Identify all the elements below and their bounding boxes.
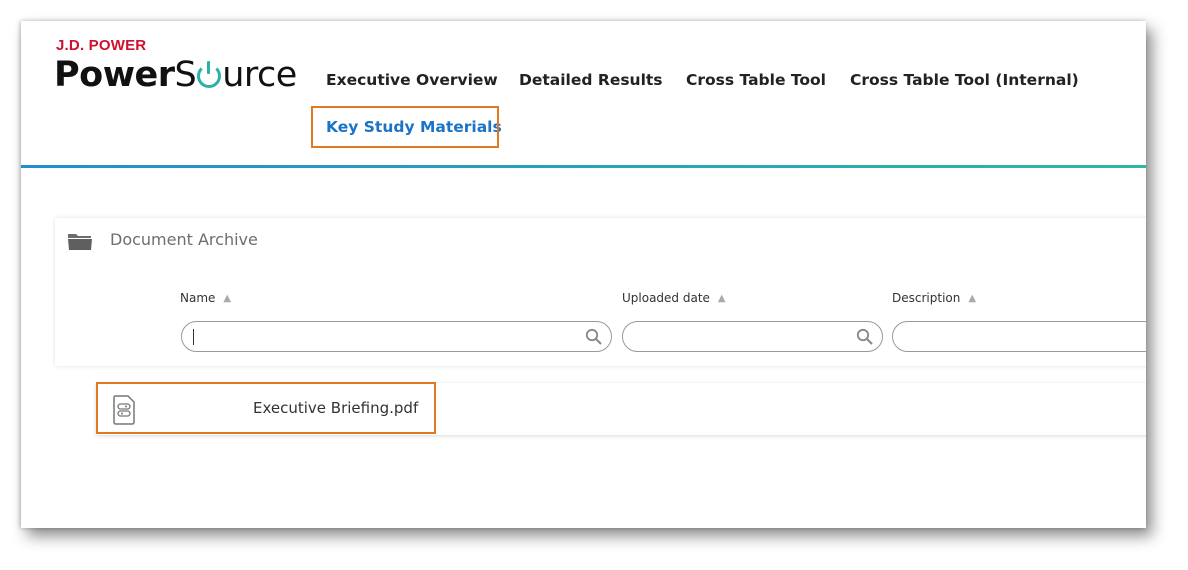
file-highlight-box [96, 382, 436, 434]
column-name-label: Name [180, 291, 216, 305]
description-filter-input[interactable] [892, 321, 1146, 352]
uploaded-date-filter-input[interactable] [622, 321, 883, 352]
sort-icon[interactable]: ▲︎ [223, 293, 231, 304]
search-icon[interactable] [585, 328, 603, 346]
column-uploaded-date-label: Uploaded date [622, 291, 710, 305]
logo-power-text: Power [54, 55, 175, 95]
nav-cross-table-tool[interactable]: Cross Table Tool [686, 71, 826, 89]
name-filter-input[interactable] [181, 321, 612, 352]
logo-s-text: S [174, 55, 197, 95]
jd-power-logo-text: J.D. POWER [56, 37, 147, 54]
power-button-icon [197, 61, 222, 88]
nav-highlight-box [311, 106, 499, 148]
description-filter-field[interactable] [905, 326, 1132, 348]
nav-cross-table-tool-internal[interactable]: Cross Table Tool (Internal) [850, 71, 1079, 89]
uploaded-date-filter-field[interactable] [635, 326, 847, 348]
sort-icon[interactable]: ▲︎ [718, 293, 726, 304]
folder-icon [68, 234, 92, 250]
powersource-logo[interactable]: PowerS urce [54, 55, 297, 95]
nav-executive-overview[interactable]: Executive Overview [326, 71, 498, 89]
search-icon[interactable] [856, 328, 874, 346]
column-header-uploaded-date[interactable]: Uploaded date ▲︎ [622, 291, 726, 305]
column-header-description[interactable]: Description ▲︎ [892, 291, 976, 305]
sort-icon[interactable]: ▲︎ [968, 293, 976, 304]
nav-detailed-results[interactable]: Detailed Results [519, 71, 663, 89]
name-filter-field[interactable] [194, 326, 542, 348]
app-window: J.D. POWER PowerS urce Executive Overview… [21, 21, 1146, 528]
panel-title: Document Archive [110, 230, 258, 249]
logo-urce-text: urce [222, 55, 297, 95]
header-divider [21, 165, 1146, 168]
column-header-name[interactable]: Name ▲︎ [180, 291, 231, 305]
column-description-label: Description [892, 291, 961, 305]
document-archive-panel: Document Archive Name ▲︎ Uploaded date ▲︎ … [55, 218, 1146, 366]
